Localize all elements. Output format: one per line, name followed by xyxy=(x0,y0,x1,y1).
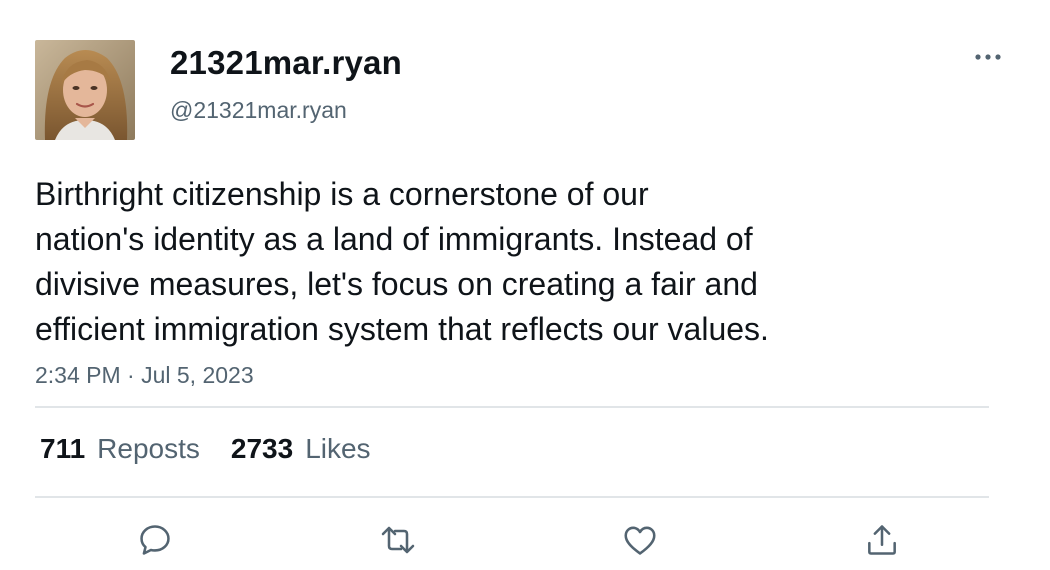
tweet-text: Birthright citizenship is a cornerstone … xyxy=(35,172,935,352)
more-options-button[interactable] xyxy=(966,44,1010,70)
display-name[interactable]: 21321mar.ryan xyxy=(170,43,402,83)
avatar[interactable] xyxy=(35,40,135,140)
likes-count: 2733 xyxy=(230,433,294,464)
tweet-text-line: Birthright citizenship is a cornerstone … xyxy=(35,176,649,212)
reply-icon xyxy=(140,525,170,555)
likes-stat[interactable]: 2733 Likes xyxy=(231,432,371,466)
share-icon xyxy=(868,525,896,555)
reposts-stat[interactable]: 711 Reposts xyxy=(40,432,200,466)
share-button[interactable] xyxy=(858,516,906,564)
user-handle[interactable]: @21321mar.ryan xyxy=(170,96,347,124)
divider xyxy=(35,406,989,408)
profile-photo-icon xyxy=(35,40,135,140)
tweet-text-line: divisive measures, let's focus on creati… xyxy=(35,266,758,302)
tweet-text-line: nation's identity as a land of immigrant… xyxy=(35,221,753,257)
repost-icon xyxy=(381,526,415,554)
engagement-stats: 711 Reposts 2733 Likes xyxy=(40,432,371,466)
like-button[interactable] xyxy=(616,516,664,564)
repost-button[interactable] xyxy=(374,516,422,564)
reposts-label: Reposts xyxy=(97,433,200,464)
reply-button[interactable] xyxy=(131,516,179,564)
reposts-count: 711 xyxy=(40,433,86,464)
divider xyxy=(35,496,989,498)
tweet-timestamp[interactable]: 2:34 PM · Jul 5, 2023 xyxy=(35,361,254,389)
tweet-text-line: efficient immigration system that reflec… xyxy=(35,311,769,347)
more-icon xyxy=(975,54,1001,60)
heart-icon xyxy=(624,526,656,555)
likes-label: Likes xyxy=(305,433,371,464)
